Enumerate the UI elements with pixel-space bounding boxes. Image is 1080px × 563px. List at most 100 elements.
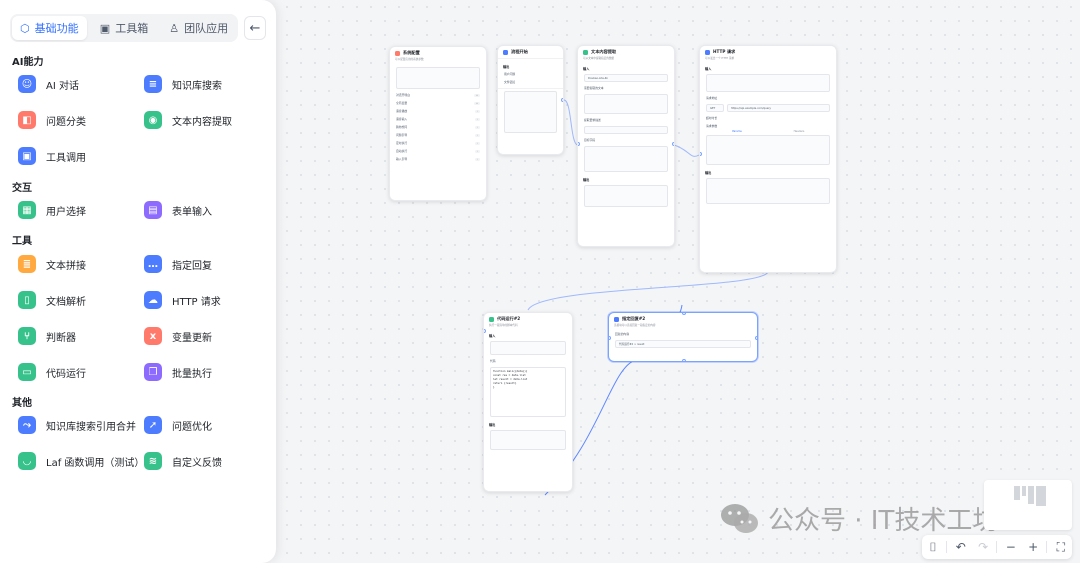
- redo-icon[interactable]: ↷: [974, 540, 992, 554]
- inputs-box[interactable]: [490, 341, 566, 355]
- params-table[interactable]: [706, 135, 830, 165]
- row-auto[interactable]: 自动执行 ›: [390, 147, 486, 155]
- row-label: 请求地址: [706, 96, 718, 100]
- node-title: 代码运行#2: [497, 316, 521, 321]
- reply-content-select[interactable]: 代码运行#2 > result: [615, 340, 751, 348]
- zoom-in-icon[interactable]: +: [1024, 540, 1042, 554]
- section-output: 输出: [705, 171, 712, 175]
- url-value: https://api.example.com/query: [731, 106, 771, 110]
- outputs-table[interactable]: [706, 178, 830, 204]
- description-box[interactable]: [584, 126, 668, 134]
- section-output: 输出: [503, 65, 510, 69]
- edge-http-to-code: [527, 271, 769, 311]
- model-select[interactable]: Doubao-Lite-4k: [584, 74, 668, 82]
- node-desc: 可从文本中提取指定的数据: [583, 57, 615, 60]
- tab-headers[interactable]: Headers: [768, 130, 830, 133]
- row-tts[interactable]: 语音播放 ›: [390, 107, 486, 115]
- node-desc: 执行一段简单的脚本代码: [489, 324, 518, 327]
- row-timeout: 超时时长: [700, 114, 836, 122]
- edge-start-to-extract: [563, 99, 579, 146]
- reply-value: 代码运行#2 > result: [619, 343, 645, 346]
- method-select[interactable]: GET: [706, 104, 724, 112]
- section-input: 输入: [583, 67, 590, 71]
- node-workflow-start[interactable]: 流程开始 输出 用户问题 文件链接: [497, 45, 564, 155]
- outputs-box: [584, 185, 668, 207]
- input-handle[interactable]: [700, 152, 702, 156]
- row-suggest[interactable]: 猜你想问 ›: [390, 123, 486, 131]
- code-line: }: [493, 386, 495, 389]
- row-value: ›: [475, 117, 480, 121]
- global-vars-box: [504, 91, 557, 133]
- row-label: 目标字段: [584, 138, 596, 142]
- row-label: 全局变量: [396, 101, 408, 105]
- code-editor[interactable]: function main({data}){ const res = data.…: [490, 367, 566, 417]
- output-handle[interactable]: [755, 336, 757, 340]
- row-value: ›: [475, 141, 480, 145]
- edge-extract-to-http: [673, 144, 700, 157]
- section-input: 输入: [489, 334, 496, 338]
- outputs-box[interactable]: [490, 430, 566, 450]
- row-value: ›: [475, 149, 480, 153]
- node-code-run[interactable]: 代码运行#2 执行一段简单的脚本代码 输入 代码 function main({…: [483, 312, 573, 492]
- row-label: 代码: [490, 359, 496, 363]
- fields-table[interactable]: [584, 146, 668, 172]
- row-value: ›: [475, 133, 480, 137]
- control-divider: [946, 541, 948, 553]
- opening-message-box[interactable]: [396, 67, 480, 89]
- row-params: 请求参数: [700, 122, 836, 130]
- row-welcome[interactable]: 对话开场白 +: [390, 91, 486, 99]
- row-value: +: [473, 93, 480, 97]
- row-label: 语音输入: [396, 117, 408, 121]
- tab-params[interactable]: Params: [706, 130, 768, 133]
- row-label: 语音播放: [396, 109, 408, 113]
- row-label: 对话开场白: [396, 93, 410, 97]
- extract-icon: [583, 49, 588, 55]
- section-output: 输出: [583, 178, 590, 182]
- cloud-icon: [705, 49, 710, 55]
- row-value: +: [473, 101, 480, 105]
- node-system-config[interactable]: 系统配置 可以配置应用的系统参数 对话开场白 + 全局变量 + 语音播放 › 语音输入…: [389, 46, 487, 201]
- control-divider: [1046, 541, 1048, 553]
- minimap[interactable]: [984, 480, 1072, 530]
- custom-inputs-box[interactable]: [706, 74, 830, 92]
- row-value: ›: [475, 157, 480, 161]
- bottom-handle[interactable]: [682, 359, 686, 361]
- node-http-request[interactable]: HTTP 请求 可以发出一个 HTTP 请求 输入 请求地址 GET https…: [699, 45, 837, 273]
- section-output: 输出: [489, 423, 496, 427]
- wechat-logo-icon: [721, 503, 758, 533]
- node-desc: 该模块可以直接回复一段指定的内容: [614, 324, 656, 327]
- output-handle[interactable]: [561, 98, 563, 102]
- node-title: 指定回复#2: [622, 316, 646, 321]
- undo-icon[interactable]: ↶: [952, 540, 970, 554]
- output-handle[interactable]: [672, 142, 674, 146]
- row-url: 请求地址: [700, 94, 836, 102]
- url-input[interactable]: https://api.example.com/query: [727, 104, 830, 112]
- row-global-var[interactable]: 全局变量 +: [390, 99, 486, 107]
- row-source-text: 需要提取的文本: [578, 84, 674, 92]
- canvas-controls: ⌷ ↶ ↷ − + ⛶: [922, 535, 1072, 559]
- source-text-box[interactable]: [584, 94, 668, 114]
- node-text-extract[interactable]: 文本内容提取 可从文本中提取指定的数据 输入 Doubao-Lite-4k 需要…: [577, 45, 675, 247]
- row-schedule[interactable]: 定时执行 ›: [390, 139, 486, 147]
- node-desc: 可以配置应用的系统参数: [395, 58, 424, 61]
- mouse-mode-icon[interactable]: ⌷: [924, 540, 942, 555]
- row-input-guide[interactable]: 输入引导 ›: [390, 155, 486, 163]
- row-value: ›: [475, 125, 480, 129]
- row-stt[interactable]: 语音输入 ›: [390, 115, 486, 123]
- node-reply[interactable]: 指定回复#2 该模块可以直接回复一段指定的内容 回复的内容 代码运行#2 > r…: [608, 312, 758, 362]
- row-file-link: 文件链接: [498, 78, 563, 86]
- zoom-out-icon[interactable]: −: [1002, 540, 1020, 554]
- input-handle[interactable]: [578, 142, 580, 146]
- minimap-preview: [1014, 486, 1046, 506]
- input-handle[interactable]: [609, 336, 611, 340]
- control-divider: [996, 541, 998, 553]
- row-label: 自动执行: [396, 149, 408, 153]
- row-label: 问题引导: [396, 133, 408, 137]
- node-title: HTTP 请求: [713, 49, 736, 54]
- row-description: 提取要求描述: [578, 116, 674, 124]
- settings-icon: [395, 50, 400, 56]
- fit-view-icon[interactable]: ⛶: [1052, 540, 1070, 555]
- row-label: 文件链接: [504, 80, 516, 84]
- node-title: 文本内容提取: [591, 49, 617, 54]
- row-guide[interactable]: 问题引导 ›: [390, 131, 486, 139]
